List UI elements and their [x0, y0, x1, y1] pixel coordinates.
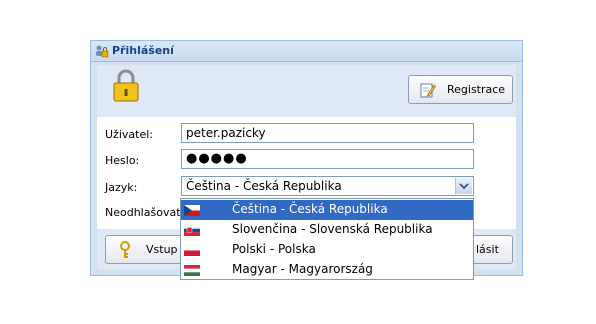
- panel-title: Přihlášení: [112, 44, 174, 57]
- password-input[interactable]: ●●●●●: [181, 149, 474, 169]
- password-label: Heslo:: [105, 154, 140, 167]
- language-option-label: Čeština - Česká Republika: [232, 202, 388, 216]
- panel-header: Přihlášení: [91, 41, 522, 62]
- top-toolbar: Registrace: [97, 65, 516, 117]
- language-option-sk[interactable]: Slovenčina - Slovenská Republika: [181, 220, 473, 240]
- language-dropdown-list[interactable]: Čeština - Česká Republika Slovenčina - S…: [180, 198, 474, 280]
- pl-flag-icon: [184, 245, 200, 256]
- register-button[interactable]: Registrace: [408, 75, 513, 104]
- register-button-label: Registrace: [447, 83, 506, 96]
- user-input[interactable]: peter.pazicky: [181, 123, 474, 143]
- language-option-cz[interactable]: Čeština - Česká Republika: [181, 200, 473, 220]
- language-option-hu[interactable]: Magyar - Magyarország: [181, 260, 473, 280]
- autologout-label: Neodhlašovat:: [105, 206, 185, 219]
- edit-icon: [420, 83, 436, 98]
- language-option-label: Polski - Polska: [232, 242, 316, 256]
- users-lock-icon: [96, 45, 109, 58]
- lock-icon: [113, 69, 139, 102]
- chevron-down-icon[interactable]: [455, 178, 472, 194]
- secondary-button-label: lásit: [476, 243, 499, 256]
- language-select[interactable]: Čeština - Česká Republika: [181, 176, 474, 196]
- sk-flag-icon: [184, 225, 200, 236]
- language-label: Jazyk:: [105, 181, 138, 194]
- key-icon: [120, 241, 130, 258]
- language-option-label: Magyar - Magyarország: [232, 262, 373, 276]
- cz-flag-icon: [184, 205, 200, 216]
- user-label: Uživatel:: [105, 128, 153, 141]
- hu-flag-icon: [184, 265, 200, 276]
- language-option-pl[interactable]: Polski - Polska: [181, 240, 473, 260]
- language-option-label: Slovenčina - Slovenská Republika: [232, 222, 433, 236]
- language-select-value: Čeština - Česká Republika: [186, 179, 342, 193]
